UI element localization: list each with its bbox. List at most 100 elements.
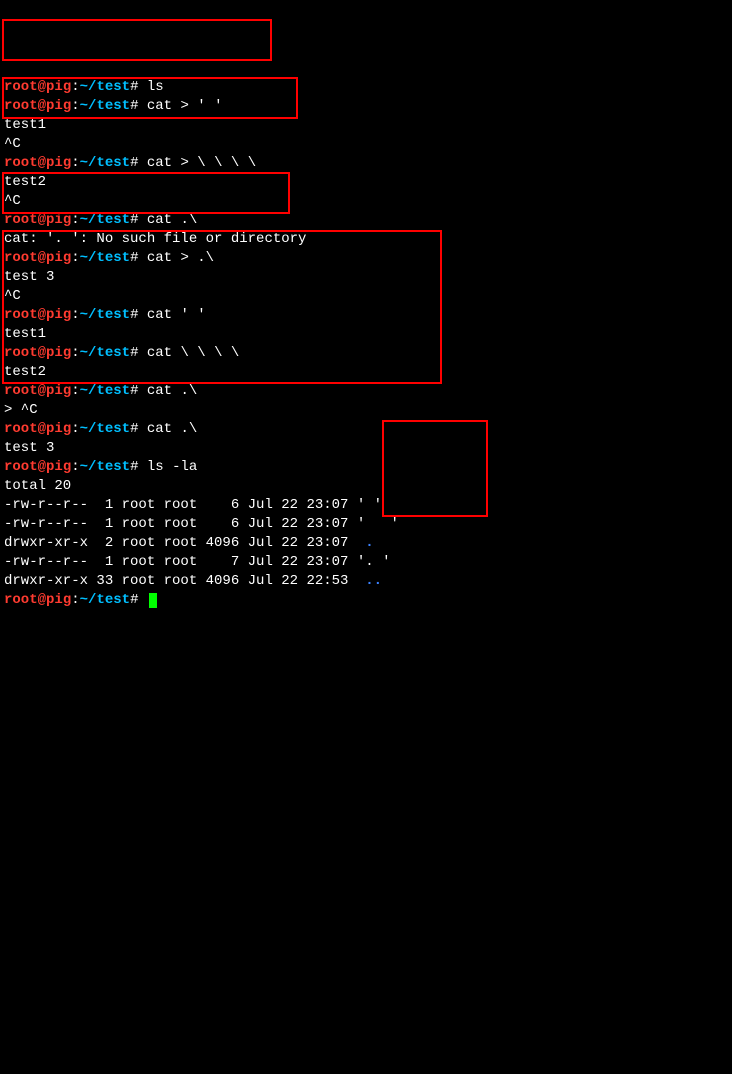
output-text: ^C (4, 136, 21, 152)
prompt-user: root (4, 98, 38, 114)
terminal-line: test1 (4, 116, 728, 135)
prompt-user: root (4, 250, 38, 266)
terminal-line: root@pig:~/test# cat > \ \ \ \ (4, 154, 728, 173)
command-text: cat > ' ' (147, 98, 223, 114)
prompt-user: root (4, 383, 38, 399)
prompt-colon: : (71, 345, 79, 361)
ls-filename: ' ' (357, 516, 399, 532)
prompt-user: root (4, 155, 38, 171)
terminal-line: test2 (4, 363, 728, 382)
command-text: cat .\ (147, 212, 197, 228)
prompt-colon: : (71, 592, 79, 608)
prompt-colon: : (71, 307, 79, 323)
prompt-path: ~/test (80, 345, 130, 361)
prompt-colon: : (71, 155, 79, 171)
terminal-line: root@pig:~/test# ls -la (4, 458, 728, 477)
prompt-host: pig (46, 212, 71, 228)
terminal-line: -rw-r--r-- 1 root root 6 Jul 22 23:07 ' … (4, 496, 728, 515)
ls-filename: '. ' (357, 554, 391, 570)
prompt-user: root (4, 459, 38, 475)
output-text: ^C (4, 193, 21, 209)
prompt-at: @ (38, 345, 46, 361)
terminal-line: root@pig:~/test# cat > ' ' (4, 97, 728, 116)
terminal-line: ^C (4, 135, 728, 154)
prompt-host: pig (46, 98, 71, 114)
terminal-line: test 3 (4, 439, 728, 458)
prompt-path: ~/test (80, 459, 130, 475)
command-text: cat > .\ (147, 250, 214, 266)
ls-meta: -rw-r--r-- 1 root root 6 Jul 22 23:07 (4, 497, 357, 513)
terminal-line: test 3 (4, 268, 728, 287)
output-text: total 20 (4, 478, 71, 494)
prompt-path: ~/test (80, 383, 130, 399)
prompt-host: pig (46, 250, 71, 266)
command-text: cat > \ \ \ \ (147, 155, 256, 171)
terminal-line: > ^C (4, 401, 728, 420)
terminal-output: root@pig:~/test# lsroot@pig:~/test# cat … (4, 78, 728, 610)
prompt-user: root (4, 421, 38, 437)
ls-dirname: .. (365, 573, 382, 589)
prompt-colon: : (71, 98, 79, 114)
command-text: ls -la (147, 459, 197, 475)
terminal-line: root@pig:~/test# cat .\ (4, 420, 728, 439)
prompt-at: @ (38, 383, 46, 399)
ls-meta: drwxr-xr-x 2 root root 4096 Jul 22 23:07 (4, 535, 365, 551)
command-text: cat ' ' (147, 307, 206, 323)
prompt-at: @ (38, 592, 46, 608)
output-text: ^C (4, 288, 21, 304)
prompt-at: @ (38, 307, 46, 323)
command-text: ls (147, 79, 164, 95)
command-text: cat \ \ \ \ (147, 345, 239, 361)
prompt-path: ~/test (80, 212, 130, 228)
terminal-line: root@pig:~/test# cat \ \ \ \ (4, 344, 728, 363)
terminal-line: root@pig:~/test# (4, 591, 728, 610)
command-text: cat .\ (147, 421, 206, 437)
terminal-line: root@pig:~/test# ls (4, 78, 728, 97)
prompt-host: pig (46, 79, 71, 95)
prompt-at: @ (38, 212, 46, 228)
prompt-host: pig (46, 307, 71, 323)
prompt-at: @ (38, 98, 46, 114)
output-text: test2 (4, 174, 46, 190)
ls-meta: -rw-r--r-- 1 root root 7 Jul 22 23:07 (4, 554, 357, 570)
ls-dirname: . (365, 535, 373, 551)
prompt-host: pig (46, 421, 71, 437)
terminal-line: drwxr-xr-x 33 root root 4096 Jul 22 22:5… (4, 572, 728, 591)
output-text: test1 (4, 117, 46, 133)
prompt-user: root (4, 212, 38, 228)
terminal-line: root@pig:~/test# cat ' ' (4, 306, 728, 325)
output-text: > ^C (4, 402, 38, 418)
prompt-colon: : (71, 212, 79, 228)
prompt-at: @ (38, 250, 46, 266)
ls-meta: drwxr-xr-x 33 root root 4096 Jul 22 22:5… (4, 573, 365, 589)
ls-meta: -rw-r--r-- 1 root root 6 Jul 22 23:07 (4, 516, 357, 532)
cursor (149, 593, 157, 608)
prompt-host: pig (46, 592, 71, 608)
prompt-path: ~/test (80, 155, 130, 171)
terminal-line: ^C (4, 192, 728, 211)
command-text: cat .\ (147, 383, 197, 399)
output-text: cat: '. ': No such file or directory (4, 231, 306, 247)
terminal-line: -rw-r--r-- 1 root root 6 Jul 22 23:07 ' … (4, 515, 728, 534)
terminal-line: test1 (4, 325, 728, 344)
terminal-line: test2 (4, 173, 728, 192)
prompt-path: ~/test (80, 98, 130, 114)
prompt-host: pig (46, 383, 71, 399)
output-text: test 3 (4, 440, 54, 456)
prompt-hash: # (130, 592, 138, 608)
terminal-line: total 20 (4, 477, 728, 496)
ls-filename: ' ' (357, 497, 382, 513)
prompt-colon: : (71, 250, 79, 266)
terminal-line: root@pig:~/test# cat .\ (4, 211, 728, 230)
terminal-line: ^C (4, 287, 728, 306)
output-text: test2 (4, 364, 46, 380)
prompt-path: ~/test (80, 592, 130, 608)
output-text: test1 (4, 326, 46, 342)
prompt-at: @ (38, 79, 46, 95)
prompt-colon: : (71, 383, 79, 399)
prompt-host: pig (46, 345, 71, 361)
prompt-path: ~/test (80, 307, 130, 323)
prompt-at: @ (38, 459, 46, 475)
terminal-line: -rw-r--r-- 1 root root 7 Jul 22 23:07 '.… (4, 553, 728, 572)
prompt-colon: : (71, 421, 79, 437)
